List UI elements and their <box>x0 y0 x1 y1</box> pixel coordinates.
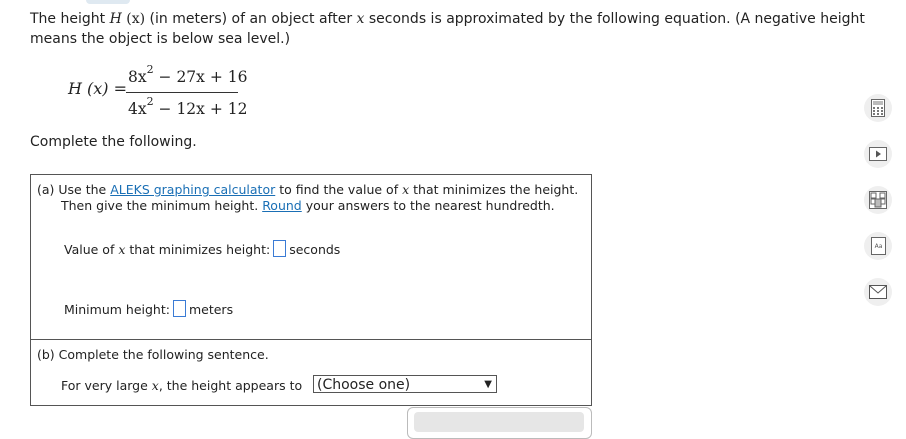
equation-lhs: H (x) = <box>68 79 128 98</box>
dictionary-icon[interactable]: Aa <box>864 232 892 260</box>
part-a-panel: (a) Use the ALEKS graphing calculator to… <box>30 174 592 340</box>
part-a-instructions-line2: Then give the minimum height. Round your… <box>61 198 555 213</box>
part-a-instructions: (a) Use the ALEKS graphing calculator to… <box>37 182 579 197</box>
height-equation: H (x) = 8x2 − 27x + 16 4x2 − 12x + 12 <box>66 63 266 124</box>
min-height-row: Minimum height: meters <box>64 300 234 317</box>
svg-text:Aa: Aa <box>874 243 882 250</box>
fraction-bar <box>126 92 238 93</box>
periodic-table-icon[interactable] <box>864 186 892 214</box>
calculator-icon[interactable] <box>864 94 892 122</box>
top-tab <box>86 0 130 4</box>
x-value-input[interactable] <box>273 240 287 257</box>
answer-buttons-box <box>407 407 592 439</box>
complete-label: Complete the following. <box>30 134 197 150</box>
choose-one-select[interactable]: (Choose one) ▼ <box>313 375 497 393</box>
mail-icon[interactable] <box>864 278 892 306</box>
x-minimizer-row: Value of x that minimizes height: seconds <box>64 240 341 257</box>
answer-buttons-bar <box>414 412 584 432</box>
part-b-title: (b) Complete the following sentence. <box>37 347 269 362</box>
min-height-input[interactable] <box>172 300 186 317</box>
problem-statement: The height H (x) (in meters) of an objec… <box>30 11 865 47</box>
part-b-panel: (b) Complete the following sentence. For… <box>30 339 592 406</box>
video-icon[interactable] <box>864 140 892 168</box>
equation-denominator: 4x2 − 12x + 12 <box>128 95 248 119</box>
chevron-down-icon: ▼ <box>484 379 492 390</box>
part-b-sentence: For very large x, the height appears to <box>61 378 303 393</box>
equation-numerator: 8x2 − 27x + 16 <box>128 63 248 87</box>
aleks-calculator-link[interactable]: ALEKS graphing calculator <box>110 182 275 197</box>
round-link[interactable]: Round <box>262 198 302 213</box>
